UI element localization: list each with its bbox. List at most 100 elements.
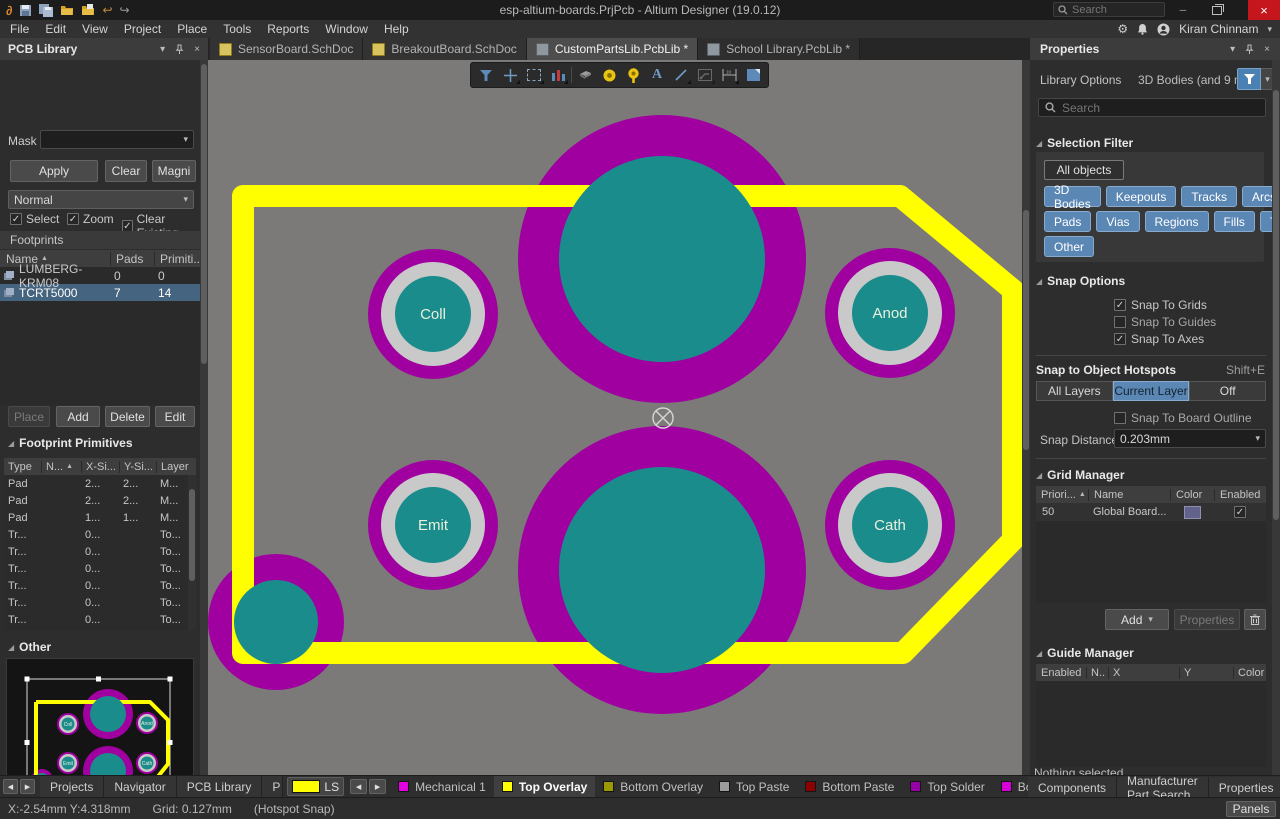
menu-project[interactable]: Project <box>116 20 169 38</box>
open-folder-icon[interactable] <box>60 4 74 16</box>
properties-search-box[interactable] <box>1038 98 1266 117</box>
properties-scrollbar[interactable] <box>1272 60 1280 775</box>
left-panel-scrollbar[interactable] <box>200 60 208 775</box>
fill-tool-icon[interactable] <box>742 65 764 85</box>
segment-all-layers[interactable]: All Layers <box>1036 381 1113 401</box>
via-tool-icon[interactable] <box>622 65 644 85</box>
current-layer-button[interactable]: LS <box>287 777 344 796</box>
titlebar-search-input[interactable] <box>1072 4 1152 16</box>
doc-tab-school-library[interactable]: School Library.PcbLib * <box>698 38 860 60</box>
window-minimize-button[interactable]: ─ <box>1168 0 1198 20</box>
move-tool-icon[interactable] <box>499 65 521 85</box>
menu-help[interactable]: Help <box>376 20 417 38</box>
component-tool-icon[interactable] <box>574 65 596 85</box>
other-section-header[interactable]: ◢ Other <box>8 640 51 654</box>
primitive-row[interactable]: Tr...0...To... <box>4 526 188 543</box>
route-tool-icon[interactable] <box>694 65 716 85</box>
delete-footprint-button[interactable]: Delete <box>105 406 150 427</box>
doc-tab-breakoutboard[interactable]: BreakoutBoard.SchDoc <box>363 38 526 60</box>
layer-tab-mechanical-1[interactable]: Mechanical 1 <box>390 776 494 797</box>
layer-tab-top-overlay[interactable]: Top Overlay <box>494 776 595 797</box>
properties-search-input[interactable] <box>1062 101 1242 115</box>
all-objects-button[interactable]: All objects <box>1044 160 1124 180</box>
pcb-editor-canvas[interactable]: Coll Anod Emit Cath A 10 <box>208 60 1022 775</box>
primitive-row[interactable]: Tr...0...To... <box>4 611 188 628</box>
user-menu-chevron-icon[interactable]: ▾ <box>1267 24 1272 35</box>
primitive-row[interactable]: Pad2...2...M... <box>4 475 188 492</box>
string-tool-icon[interactable]: A <box>646 65 668 85</box>
grid-row-global-board[interactable]: 50 Global Board... ✓ <box>1036 503 1266 521</box>
primitives-col-layer[interactable]: Layer <box>156 461 192 473</box>
primitive-row[interactable]: Tr...0...To... <box>4 543 188 560</box>
add-footprint-button[interactable]: Add <box>56 406 100 427</box>
snap-options-section-header[interactable]: ◢Snap Options <box>1036 274 1125 288</box>
grid-manager-section-header[interactable]: ◢Grid Manager <box>1036 468 1125 482</box>
panel-tab-projects[interactable]: Projects <box>40 776 104 797</box>
snap-distance-dropdown[interactable]: 0.203mm▾ <box>1114 429 1266 448</box>
filter-tool-icon[interactable] <box>475 65 497 85</box>
list-mode-dropdown[interactable]: Normal▾ <box>8 190 194 209</box>
altium-dxp-icon[interactable]: ∂ <box>6 3 12 18</box>
snap-to-guides-checkbox[interactable]: ✓Snap To Guides <box>1114 315 1216 329</box>
filter-fills-button[interactable]: Fills <box>1214 211 1255 232</box>
selection-filter-section-header[interactable]: ◢Selection Filter <box>1036 136 1133 150</box>
panel-tab-components[interactable]: Components <box>1028 777 1117 798</box>
primitives-scrollbar[interactable] <box>188 475 196 630</box>
primitive-row[interactable]: Tr...0...To... <box>4 577 188 594</box>
filter-tracks-button[interactable]: Tracks <box>1181 186 1237 207</box>
menu-view[interactable]: View <box>74 20 116 38</box>
panel-close-icon[interactable]: × <box>194 44 200 55</box>
layer-tabs-scroll-left[interactable]: ◀ <box>350 779 367 794</box>
doc-tab-sensorboard[interactable]: SensorBoard.SchDoc <box>210 38 363 60</box>
layer-tabs-scroll-right[interactable]: ▶ <box>369 779 386 794</box>
user-name[interactable]: Kiran Chinnam <box>1179 22 1258 36</box>
panel-pin-icon[interactable] <box>1245 44 1254 55</box>
panel-tabs-scroll-right[interactable]: ▶ <box>20 779 35 794</box>
guide-manager-section-header[interactable]: ◢Guide Manager <box>1036 646 1134 660</box>
segment-current-layer[interactable]: Current Layer <box>1113 381 1190 401</box>
panel-dropdown-icon[interactable]: ▾ <box>160 44 165 55</box>
scope-filter-button[interactable] <box>1237 68 1261 90</box>
grid-col-name[interactable]: Name <box>1088 489 1170 501</box>
grid-enabled-checkbox[interactable]: ✓ <box>1234 506 1246 518</box>
line-tool-icon[interactable] <box>670 65 692 85</box>
doc-tab-custompartslib[interactable]: CustomPartsLib.PcbLib * <box>527 38 698 60</box>
window-restore-button[interactable] <box>1202 0 1232 20</box>
menu-window[interactable]: Window <box>317 20 376 38</box>
snap-board-outline-checkbox[interactable]: ✓Snap To Board Outline <box>1114 411 1252 425</box>
panel-dropdown-icon[interactable]: ▾ <box>1230 44 1235 55</box>
panel-tab-manufacturer-part-search[interactable]: Manufacturer Part Search <box>1117 777 1209 798</box>
canvas-vertical-scrollbar[interactable] <box>1022 60 1030 775</box>
filter-3d-bodies-button[interactable]: 3D Bodies <box>1044 186 1101 207</box>
primitives-col-type[interactable]: Type <box>4 461 41 473</box>
primitive-row[interactable]: Pad2...2...M... <box>4 492 188 509</box>
filter-vias-button[interactable]: Vias <box>1096 211 1139 232</box>
panel-tab-pcb-library[interactable]: PCB Library <box>177 776 263 797</box>
primitive-row[interactable]: Tr...0...To... <box>4 560 188 577</box>
clear-button[interactable]: Clear <box>105 160 147 182</box>
guide-col-n[interactable]: N.. <box>1086 667 1108 679</box>
save-icon[interactable] <box>19 4 32 17</box>
redo-icon[interactable]: ↪ <box>120 3 130 17</box>
guide-col-x[interactable]: X <box>1108 667 1179 679</box>
primitives-col-ysize[interactable]: Y-Si... <box>119 461 156 473</box>
snap-to-axes-checkbox[interactable]: ✓Snap To Axes <box>1114 332 1204 346</box>
panel-close-icon[interactable]: × <box>1264 44 1270 55</box>
grid-color-swatch[interactable] <box>1184 506 1201 519</box>
panel-tab-navigator[interactable]: Navigator <box>104 776 176 797</box>
guide-col-y[interactable]: Y <box>1179 667 1233 679</box>
menu-tools[interactable]: Tools <box>215 20 259 38</box>
layer-tab-bottom-overlay[interactable]: Bottom Overlay <box>595 776 711 797</box>
footprint-primitives-section-header[interactable]: ◢ Footprint Primitives <box>8 436 133 450</box>
grid-properties-button[interactable]: Properties <box>1174 609 1240 630</box>
apply-button[interactable]: Apply <box>10 160 98 182</box>
snap-to-grids-checkbox[interactable]: ✓Snap To Grids <box>1114 298 1207 312</box>
segment-off[interactable]: Off <box>1189 381 1266 401</box>
notifications-bell-icon[interactable] <box>1137 23 1148 35</box>
layer-tab-bottom-paste[interactable]: Bottom Paste <box>797 776 902 797</box>
grid-col-color[interactable]: Color <box>1170 489 1214 501</box>
pad-stack-tool-icon[interactable] <box>547 65 569 85</box>
dimension-tool-icon[interactable]: 10 <box>718 65 740 85</box>
primitive-row[interactable]: Pad1...1...M... <box>4 509 188 526</box>
primitive-row[interactable]: Tr...0...To... <box>4 594 188 611</box>
